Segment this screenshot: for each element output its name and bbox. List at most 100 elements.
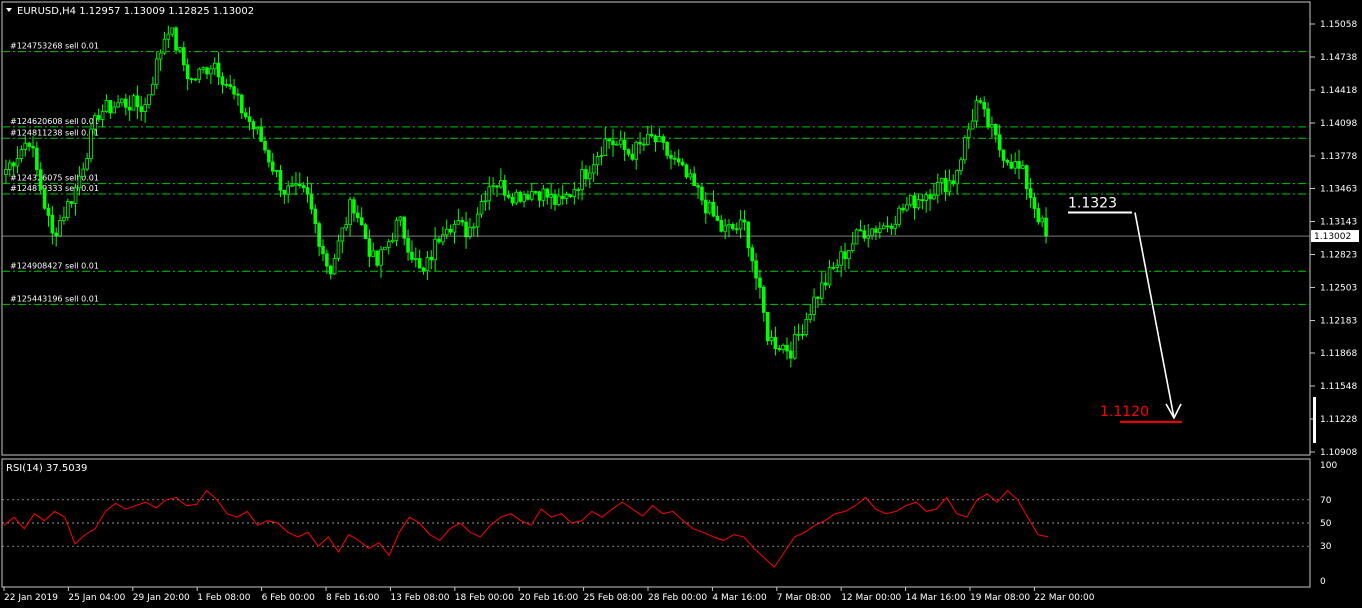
price-tick-label: 1.12823 xyxy=(1320,251,1357,261)
candle-body xyxy=(429,256,434,261)
candle-body xyxy=(820,282,824,299)
candle-body xyxy=(804,318,809,335)
candle-body xyxy=(38,169,43,190)
price-tick-label: 1.11228 xyxy=(1320,415,1357,425)
candle-body xyxy=(777,348,782,351)
candle-body xyxy=(510,196,515,204)
candle-body xyxy=(270,161,275,172)
candle-body xyxy=(336,240,341,259)
candle-body xyxy=(908,195,913,206)
candle-body xyxy=(800,333,805,336)
candle-body xyxy=(425,256,430,272)
candle-body xyxy=(564,194,569,199)
candle-body xyxy=(893,223,898,229)
candle-body xyxy=(576,189,580,192)
candle-body xyxy=(201,67,205,70)
candle-body xyxy=(955,170,959,185)
candle-body xyxy=(773,336,778,349)
candle-body xyxy=(1040,217,1045,223)
candle-body xyxy=(274,169,279,172)
candle-body xyxy=(471,226,476,229)
candle-body xyxy=(599,155,604,157)
candle-body xyxy=(1028,188,1033,198)
candle-body xyxy=(359,217,364,226)
candle-body xyxy=(533,191,538,193)
candle-body xyxy=(696,185,700,188)
candle-body xyxy=(719,219,724,232)
candle-body xyxy=(317,223,321,247)
candle-body xyxy=(116,102,120,108)
candle-body xyxy=(615,143,619,146)
candle-body xyxy=(89,128,93,159)
candle-body xyxy=(290,184,294,187)
candle-body xyxy=(920,199,925,202)
time-tick-label: 25 Feb 08:00 xyxy=(584,593,643,603)
price-tick-label: 1.13778 xyxy=(1320,152,1357,162)
candle-body xyxy=(854,229,859,245)
time-tick-label: 18 Feb 00:00 xyxy=(455,593,514,603)
candle-body xyxy=(147,94,151,106)
time-tick-label: 6 Feb 00:00 xyxy=(262,593,316,603)
candle-body xyxy=(843,251,847,260)
candle-body xyxy=(42,189,47,209)
candle-body xyxy=(762,286,766,313)
candle-body xyxy=(638,141,642,145)
order-line-label: #124811238 sell 0.01 xyxy=(10,128,99,137)
candle-body xyxy=(491,185,495,188)
candle-body xyxy=(11,162,16,167)
candle-body xyxy=(584,169,588,180)
candle-body xyxy=(444,228,449,236)
mt4-chart-window[interactable]: #124753268 sell 0.01 #124620608 sell 0.01… xyxy=(0,0,1362,608)
candle-body xyxy=(607,138,611,142)
candle-body xyxy=(1017,161,1021,169)
candle-body xyxy=(611,140,615,146)
candle-body xyxy=(181,47,186,66)
candle-body xyxy=(653,135,658,143)
candle-body xyxy=(239,94,244,114)
candle-body xyxy=(711,201,716,217)
candle-body xyxy=(313,208,318,224)
candle-body xyxy=(970,120,975,130)
candle-body xyxy=(402,216,406,239)
candle-body xyxy=(174,27,178,51)
candle-body xyxy=(96,115,101,120)
candle-body xyxy=(344,224,348,229)
candle-body xyxy=(769,336,774,342)
price-tick-label: 1.11868 xyxy=(1320,349,1357,359)
candle-body xyxy=(158,52,163,60)
candle-body xyxy=(963,137,967,161)
candle-body xyxy=(994,124,998,136)
candle-body xyxy=(81,168,86,177)
candle-body xyxy=(15,158,20,167)
candle-body xyxy=(27,142,31,147)
time-tick-label: 14 Mar 16:00 xyxy=(906,593,966,603)
order-line-label: #124879333 sell 0.01 xyxy=(10,184,99,193)
candle-body xyxy=(483,200,488,203)
candle-body xyxy=(452,223,457,233)
candle-body xyxy=(236,93,240,96)
candle-body xyxy=(69,201,74,204)
rsi-tick-label: 30 xyxy=(1320,542,1332,552)
candle-body xyxy=(135,95,140,108)
candle-body xyxy=(437,238,441,243)
candle-body xyxy=(282,189,287,195)
scroll-marker[interactable] xyxy=(1313,397,1316,443)
candle-body xyxy=(506,194,511,198)
candle-body xyxy=(46,207,51,216)
candle-body xyxy=(905,204,909,211)
price-tick-label: 1.13463 xyxy=(1320,184,1357,194)
candle-body xyxy=(212,62,217,70)
candle-body xyxy=(734,228,739,231)
time-tick-label: 29 Jan 20:00 xyxy=(133,593,190,603)
candle-body xyxy=(131,95,136,111)
candle-body xyxy=(108,100,113,114)
price-tick-label: 1.12503 xyxy=(1320,284,1357,294)
time-tick-label: 7 Mar 08:00 xyxy=(777,593,832,603)
candle-body xyxy=(692,173,696,186)
candle-body xyxy=(812,296,816,315)
rsi-tick-label: 70 xyxy=(1320,496,1332,506)
candle-body xyxy=(394,219,399,241)
candle-body xyxy=(881,225,886,230)
candle-body xyxy=(460,220,464,223)
candle-body xyxy=(816,296,820,299)
